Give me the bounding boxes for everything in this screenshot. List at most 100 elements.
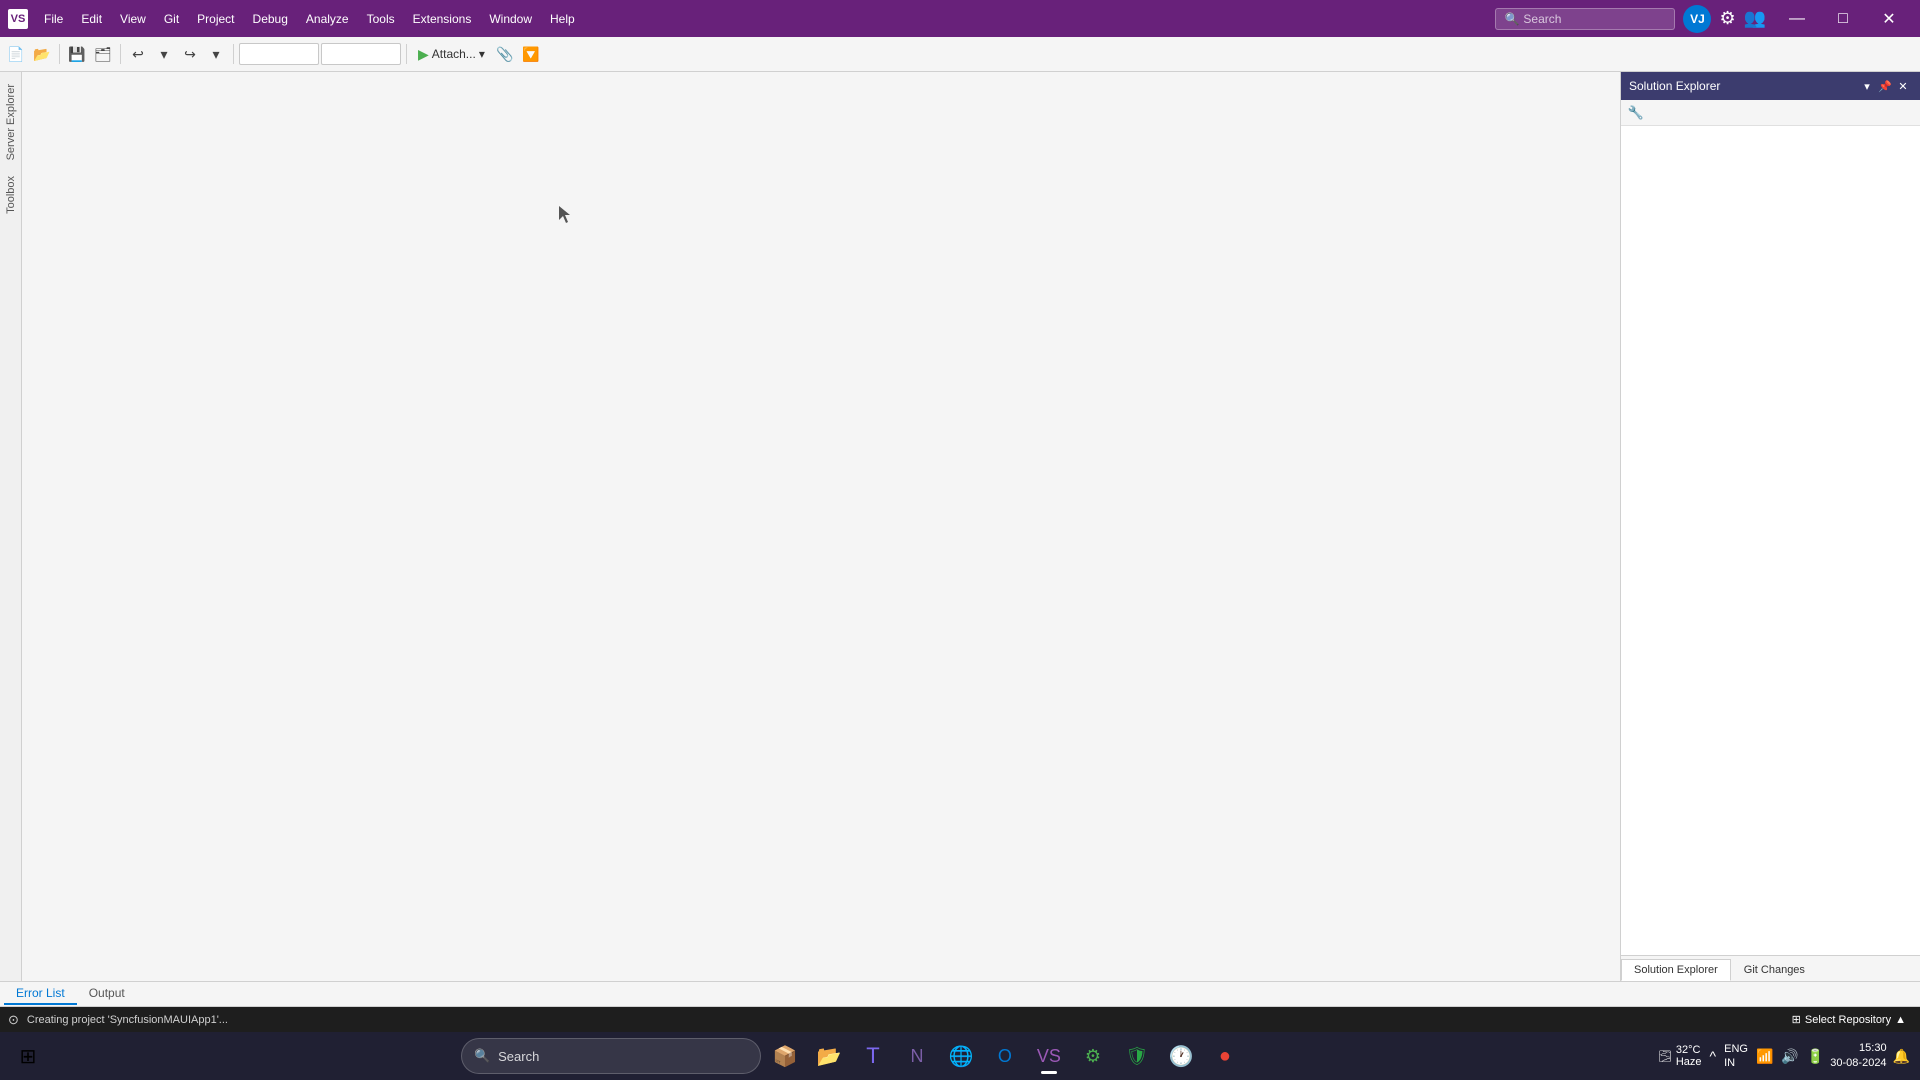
volume-icon[interactable]: 🔊 bbox=[1779, 1046, 1800, 1067]
attach-process-button[interactable]: 📎 bbox=[493, 42, 517, 66]
taskbar-files-app[interactable]: 📦 bbox=[765, 1036, 805, 1076]
menu-debug[interactable]: Debug bbox=[245, 8, 296, 30]
taskbar-search-text: Search bbox=[498, 1049, 539, 1064]
solution-explorer-panel: Solution Explorer ▾ 📌 ✕ 🔧 Solution Explo… bbox=[1620, 72, 1920, 981]
taskbar-explorer-app[interactable]: 📂 bbox=[809, 1036, 849, 1076]
menu-project[interactable]: Project bbox=[189, 8, 242, 30]
select-repo-arrow: ▲ bbox=[1895, 1014, 1906, 1026]
menu-tools[interactable]: Tools bbox=[359, 8, 403, 30]
tray-date-display: 30-08-2024 bbox=[1830, 1056, 1886, 1071]
search-icon: 🔍 bbox=[1504, 12, 1519, 26]
menu-help[interactable]: Help bbox=[542, 8, 583, 30]
play-icon: ▶ bbox=[418, 46, 429, 63]
taskbar-search-box[interactable]: 🔍 Search bbox=[461, 1038, 761, 1074]
live-share-icon[interactable]: 👥 bbox=[1744, 8, 1766, 29]
save-button[interactable]: 💾 bbox=[65, 42, 89, 66]
taskbar-onenote-app[interactable]: N bbox=[897, 1036, 937, 1076]
solution-explorer-title: Solution Explorer bbox=[1629, 79, 1858, 93]
menu-analyze[interactable]: Analyze bbox=[298, 8, 357, 30]
github-icon[interactable]: ⚙ bbox=[1719, 8, 1735, 29]
explorer-icon: 📂 bbox=[816, 1044, 841, 1069]
select-repo-label: Select Repository bbox=[1805, 1014, 1891, 1026]
taskbar: ⊞ 🔍 Search 📦 📂 T N 🌐 O VS ⚙ bbox=[0, 1032, 1920, 1080]
main-area: Server Explorer Toolbox Solution Explore… bbox=[0, 72, 1920, 981]
output-tab[interactable]: Output bbox=[77, 983, 137, 1005]
redo-dropdown-button[interactable]: ▾ bbox=[204, 42, 228, 66]
taskbar-clock-app[interactable]: 🕐 bbox=[1161, 1036, 1201, 1076]
redo-button[interactable]: ↪ bbox=[178, 42, 202, 66]
bottom-tab-bar: Error List Output bbox=[0, 981, 1920, 1007]
solution-explorer-pin-button[interactable]: ▾ bbox=[1858, 77, 1876, 95]
maximize-button[interactable]: □ bbox=[1820, 0, 1866, 37]
select-repository-button[interactable]: ⊞ Select Repository ▲ bbox=[1786, 1011, 1912, 1028]
minimize-button[interactable]: — bbox=[1774, 0, 1820, 37]
github-taskbar-icon: ⚙ bbox=[1085, 1046, 1101, 1067]
start-button[interactable]: ⊞ bbox=[8, 1036, 48, 1076]
taskbar-vs-app[interactable]: VS bbox=[1029, 1036, 1069, 1076]
progress-text: Creating project 'SyncfusionMAUIApp1'... bbox=[27, 1014, 1778, 1026]
progress-bar-container: ⊙ Creating project 'SyncfusionMAUIApp1'.… bbox=[0, 1007, 1920, 1032]
toolbar-sep-2 bbox=[120, 44, 121, 64]
taskbar-github-app[interactable]: ⚙ bbox=[1073, 1036, 1113, 1076]
close-button[interactable]: ✕ bbox=[1866, 0, 1912, 37]
taskbar-teams-app[interactable]: T bbox=[853, 1036, 893, 1076]
weather-temp: 32°C bbox=[1676, 1044, 1702, 1056]
panel-bottom-tabs: Solution Explorer Git Changes bbox=[1621, 955, 1920, 981]
user-avatar[interactable]: VJ bbox=[1683, 5, 1711, 33]
taskbar-kaspersky-app[interactable]: 🛡 bbox=[1117, 1036, 1157, 1076]
menu-window[interactable]: Window bbox=[481, 8, 540, 30]
solution-explorer-content[interactable] bbox=[1621, 126, 1920, 955]
toolbox-tab[interactable]: Toolbox bbox=[1, 168, 21, 222]
solution-explorer-tools-button[interactable]: 🔧 bbox=[1625, 102, 1647, 124]
debug-options-button[interactable]: 🔽 bbox=[519, 42, 543, 66]
cursor-indicator bbox=[557, 204, 567, 220]
configuration-dropdown[interactable] bbox=[239, 43, 319, 65]
editor-area[interactable] bbox=[22, 72, 1620, 981]
menu-file[interactable]: File bbox=[36, 8, 71, 30]
tab-git-changes[interactable]: Git Changes bbox=[1731, 959, 1818, 981]
taskbar-right: 🌫 32°C Haze ^ ENGIN 📶 🔊 🔋 15:30 30-08-20… bbox=[1658, 1040, 1912, 1073]
wifi-icon[interactable]: 📶 bbox=[1754, 1046, 1775, 1067]
platform-dropdown[interactable] bbox=[321, 43, 401, 65]
chrome1-icon: 🌐 bbox=[948, 1044, 973, 1069]
title-right-controls: 🔍 VJ ⚙ 👥 — □ ✕ bbox=[1495, 0, 1912, 37]
weather-desc: Haze bbox=[1676, 1056, 1702, 1068]
taskbar-left: ⊞ bbox=[8, 1036, 48, 1076]
attach-button[interactable]: ▶ Attach... ▾ bbox=[412, 42, 491, 66]
solution-explorer-header: Solution Explorer ▾ 📌 ✕ bbox=[1621, 72, 1920, 100]
open-button[interactable]: 📂 bbox=[30, 42, 54, 66]
menu-edit[interactable]: Edit bbox=[73, 8, 110, 30]
menu-view[interactable]: View bbox=[112, 8, 154, 30]
undo-button[interactable]: ↩ bbox=[126, 42, 150, 66]
taskbar-chrome1-app[interactable]: 🌐 bbox=[941, 1036, 981, 1076]
undo-dropdown-button[interactable]: ▾ bbox=[152, 42, 176, 66]
tray-clock[interactable]: 15:30 30-08-2024 bbox=[1830, 1041, 1886, 1072]
menu-extensions[interactable]: Extensions bbox=[405, 8, 480, 30]
title-search-box[interactable]: 🔍 bbox=[1495, 8, 1675, 30]
window-controls: — □ ✕ bbox=[1774, 0, 1912, 37]
onenote-icon: N bbox=[910, 1046, 923, 1067]
tray-time-display: 15:30 bbox=[1830, 1041, 1886, 1056]
taskbar-chrome2-app[interactable]: ● bbox=[1205, 1036, 1245, 1076]
battery-icon[interactable]: 🔋 bbox=[1805, 1046, 1826, 1067]
clock-icon: 🕐 bbox=[1168, 1044, 1193, 1069]
menu-git[interactable]: Git bbox=[156, 8, 187, 30]
chrome2-icon: ● bbox=[1219, 1045, 1231, 1068]
tray-chevron[interactable]: ^ bbox=[1708, 1046, 1719, 1066]
menu-bar: File Edit View Git Project Debug Analyze… bbox=[36, 8, 1495, 30]
start-icon: ⊞ bbox=[20, 1044, 37, 1069]
tab-solution-explorer[interactable]: Solution Explorer bbox=[1621, 959, 1731, 981]
save-all-button[interactable]: 🗂 bbox=[91, 42, 115, 66]
language-indicator[interactable]: ENGIN bbox=[1722, 1040, 1750, 1073]
solution-explorer-dock-button[interactable]: 📌 bbox=[1876, 77, 1894, 95]
server-explorer-tab[interactable]: Server Explorer bbox=[1, 76, 21, 168]
weather-widget[interactable]: 🌫 32°C Haze bbox=[1658, 1044, 1702, 1068]
notification-icon[interactable]: 🔔 bbox=[1891, 1046, 1912, 1067]
new-project-button[interactable]: 📄 bbox=[4, 42, 28, 66]
solution-explorer-close-button[interactable]: ✕ bbox=[1894, 77, 1912, 95]
solution-explorer-toolbar: 🔧 bbox=[1621, 100, 1920, 126]
error-list-tab[interactable]: Error List bbox=[4, 983, 77, 1005]
title-search-input[interactable] bbox=[1523, 12, 1666, 26]
taskbar-outlook-app[interactable]: O bbox=[985, 1036, 1025, 1076]
attach-dropdown-arrow: ▾ bbox=[479, 47, 485, 61]
